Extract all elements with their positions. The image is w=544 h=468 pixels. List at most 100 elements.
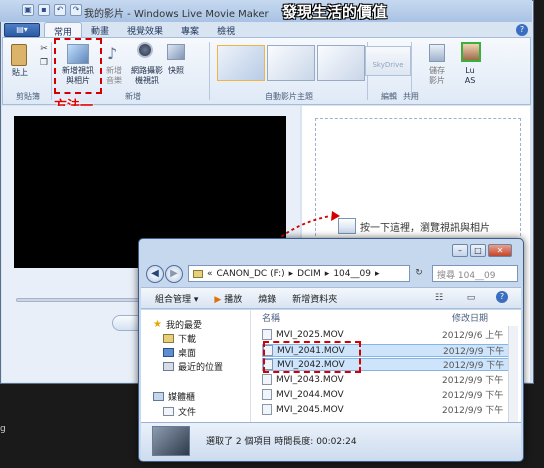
nav-label: 我的最愛 xyxy=(165,321,202,331)
webcam-icon[interactable] xyxy=(137,42,153,58)
breadcrumb-folder[interactable]: 104__09 xyxy=(333,269,371,279)
breadcrumb-sep[interactable]: ▸ xyxy=(375,269,380,279)
view-options-icon[interactable]: ☷ xyxy=(434,293,444,303)
help-icon[interactable]: ? xyxy=(496,291,508,303)
help-icon[interactable]: ? xyxy=(516,24,528,36)
back-button[interactable]: ◀ xyxy=(146,265,164,283)
tab-home[interactable]: 常用 xyxy=(44,22,83,38)
automovie-theme-default[interactable] xyxy=(217,45,265,81)
organize-button[interactable]: 組合管理 ▾ xyxy=(155,292,198,305)
library-icon xyxy=(153,392,164,401)
preview-pane-icon[interactable]: ▭ xyxy=(466,293,476,303)
skydrive-button[interactable]: SkyDrive xyxy=(365,46,411,76)
organize-label: 組合管理 xyxy=(155,294,192,305)
drag-arrow-head xyxy=(331,211,340,221)
breadcrumb-dcim[interactable]: DCIM xyxy=(297,269,321,279)
burn-button[interactable]: 燒錄 xyxy=(258,292,276,305)
app-menu-button[interactable]: ▤▾ xyxy=(4,23,40,37)
snapshot-button[interactable]: 快照 xyxy=(163,66,189,76)
undo-icon[interactable]: ↶ xyxy=(54,4,66,16)
file-list-scrollbar[interactable] xyxy=(508,326,518,422)
video-file-icon xyxy=(262,374,272,385)
ribbon-separator xyxy=(209,42,210,100)
music-note-icon[interactable]: ♪ xyxy=(107,44,121,64)
user-avatar[interactable] xyxy=(461,42,481,62)
file-list-header: 名稱 修改日期 xyxy=(252,311,520,324)
video-file-icon xyxy=(262,329,272,340)
nav-downloads[interactable]: 下載 xyxy=(163,332,196,345)
tab-view[interactable]: 檢視 xyxy=(208,22,244,38)
file-row[interactable]: MVI_2044.MOV 2012/9/9 下午 xyxy=(262,388,518,401)
save-movie-icon[interactable] xyxy=(429,44,445,62)
file-date: 2012/9/9 下午 xyxy=(443,347,505,357)
video-file-icon xyxy=(262,404,272,415)
forward-button[interactable]: ▶ xyxy=(165,265,183,283)
automovie-theme-2[interactable] xyxy=(267,45,315,81)
minimize-button[interactable]: – xyxy=(452,244,468,257)
file-date: 2012/9/6 上午 xyxy=(442,331,504,341)
desktop-icon xyxy=(163,348,174,357)
user-label-1: Lu xyxy=(465,66,475,75)
automovie-group-label: 自動影片主題 xyxy=(265,92,313,101)
automovie-theme-3[interactable] xyxy=(317,45,365,81)
window-title: 我的影片 - Windows Live Movie Maker xyxy=(84,9,269,20)
ribbon-tabs: 常用 動畫 視覺效果 專案 檢視 xyxy=(44,22,244,38)
webcam-video-button[interactable]: 網路攝影 機視訊 xyxy=(127,66,167,86)
breadcrumb-sep[interactable]: ▸ xyxy=(325,269,330,279)
nav-label: 最近的位置 xyxy=(178,363,224,373)
app-icon[interactable]: ▣ xyxy=(22,4,34,16)
column-name[interactable]: 名稱 xyxy=(262,311,280,324)
nav-favorites[interactable]: ★ 我的最愛 xyxy=(153,318,202,331)
tab-animations[interactable]: 動畫 xyxy=(82,22,118,38)
column-date[interactable]: 修改日期 xyxy=(452,311,488,324)
play-icon: ▶ xyxy=(214,294,222,305)
search-input[interactable]: 搜尋 104__09 xyxy=(432,265,518,282)
tab-project[interactable]: 專案 xyxy=(172,22,208,38)
folder-icon xyxy=(193,269,203,278)
maximize-button[interactable]: □ xyxy=(470,244,486,257)
tab-visual-effects[interactable]: 視覺效果 xyxy=(118,22,172,38)
explorer-toolbar: 組合管理 ▾ ▶ 播放 燒錄 新增資料夾 xyxy=(141,287,521,309)
snapshot-icon[interactable] xyxy=(167,44,185,60)
browse-media-hint[interactable]: 按一下這裡，瀏覽視訊與相片 xyxy=(338,218,490,234)
recent-places-icon xyxy=(163,362,174,371)
nav-label: 文件 xyxy=(178,408,197,418)
file-date: 2012/9/9 下午 xyxy=(443,361,505,371)
file-row[interactable]: MVI_2043.MOV 2012/9/9 下午 xyxy=(262,373,518,386)
nav-documents[interactable]: 文件 xyxy=(163,405,196,418)
file-row[interactable]: MVI_2045.MOV 2012/9/9 下午 xyxy=(262,403,518,416)
save-icon[interactable]: ▪ xyxy=(38,4,50,16)
redo-icon[interactable]: ↷ xyxy=(70,4,82,16)
cut-icon[interactable]: ✂ xyxy=(39,44,49,54)
copy-icon[interactable]: ❐ xyxy=(39,58,49,68)
download-folder-icon xyxy=(163,334,174,343)
refresh-icon[interactable]: ↻ xyxy=(414,268,424,278)
user-account-button[interactable]: Lu AS xyxy=(457,66,483,86)
nav-label: 桌面 xyxy=(178,349,197,359)
address-bar[interactable]: « CANON_DC (F:) ▸ DCIM ▸ 104__09 ▸ xyxy=(188,265,410,282)
ribbon-separator xyxy=(51,42,52,100)
add-music-label-2: 音樂 xyxy=(106,76,122,85)
nav-desktop[interactable]: 桌面 xyxy=(163,346,196,359)
paste-icon[interactable] xyxy=(11,44,27,66)
nav-recent-places[interactable]: 最近的位置 xyxy=(163,360,223,373)
play-button[interactable]: ▶ 播放 xyxy=(214,292,242,305)
save-movie-button[interactable]: 儲存 影片 xyxy=(421,66,453,86)
breadcrumb-drive[interactable]: CANON_DC (F:) xyxy=(217,269,285,279)
close-button[interactable]: ✕ xyxy=(488,244,512,257)
file-date: 2012/9/9 下午 xyxy=(442,376,504,386)
play-label: 播放 xyxy=(224,294,243,305)
breadcrumb-sep[interactable]: ▸ xyxy=(289,269,294,279)
file-row[interactable]: MVI_2025.MOV 2012/9/6 上午 xyxy=(262,328,518,341)
add-music-button[interactable]: 新增 音樂 xyxy=(101,66,127,86)
browse-hint-text: 按一下這裡，瀏覽視訊與相片 xyxy=(360,222,490,234)
nav-libraries[interactable]: 媒體櫃 xyxy=(153,390,195,403)
selected-files-highlight-box xyxy=(263,341,361,373)
clipboard-group-label: 剪貼簿 xyxy=(16,92,40,101)
new-folder-button[interactable]: 新增資料夾 xyxy=(292,292,337,305)
paste-label[interactable]: 貼上 xyxy=(12,68,28,78)
breadcrumb-overflow[interactable]: « xyxy=(207,269,213,279)
nav-label: 媒體櫃 xyxy=(168,393,196,403)
add-media-highlight-box xyxy=(54,38,102,94)
file-date: 2012/9/9 下午 xyxy=(442,391,504,401)
